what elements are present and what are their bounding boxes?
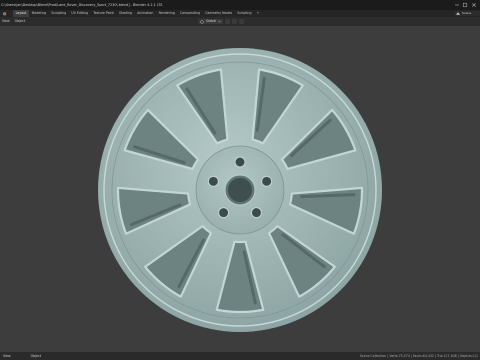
tab-geometry-nodes[interactable]: Geometry Nodes <box>203 10 235 17</box>
lug-hole <box>261 175 273 187</box>
lug-hole <box>218 207 230 219</box>
scene-selector[interactable]: Scene <box>454 11 480 16</box>
lug-hole <box>234 156 246 168</box>
menu-view[interactable]: View <box>2 17 10 26</box>
transform-controls: Global <box>198 19 245 24</box>
tab-scripting[interactable]: Scripting <box>235 10 254 17</box>
viewport-header: View Object Global <box>0 17 480 26</box>
chevron-down-icon <box>218 20 222 23</box>
tab-animation[interactable]: Animation <box>135 10 156 17</box>
tab-sculpting[interactable]: Sculpting <box>49 10 69 17</box>
tab-layout[interactable]: Layout <box>13 10 30 17</box>
menu-object[interactable]: Object <box>15 17 25 26</box>
status-stats: Scene Collection | Verts:75,574 | Faces:… <box>359 354 478 358</box>
lug-hole <box>250 207 262 219</box>
maximize-icon[interactable] <box>462 2 468 8</box>
status-view: View <box>3 354 11 358</box>
minimize-icon[interactable] <box>454 2 460 8</box>
tab-texture-paint[interactable]: Texture Paint <box>91 10 117 17</box>
workspace-bar: Layout Modeling Sculpting UV Editing Tex… <box>0 10 480 17</box>
workspace-tabs: Layout Modeling Sculpting UV Editing Tex… <box>0 10 262 17</box>
tab-rendering[interactable]: Rendering <box>156 10 177 17</box>
lug-hole <box>207 175 219 187</box>
scene-icon <box>456 12 460 15</box>
blender-logo-icon[interactable] <box>0 10 9 17</box>
pivot-point-icon[interactable] <box>225 19 231 24</box>
add-workspace-button[interactable]: + <box>254 10 262 17</box>
orientation-icon <box>200 19 204 24</box>
proportional-editing-icon[interactable] <box>239 19 245 24</box>
spoke-window-shadow <box>300 193 356 199</box>
transform-orientation-dropdown[interactable]: Global <box>198 19 224 24</box>
tab-compositing[interactable]: Compositing <box>177 10 202 17</box>
status-bar: View Object Scene Collection | Verts:75,… <box>0 352 480 360</box>
close-icon[interactable] <box>471 2 477 8</box>
header-menu: View Object <box>2 17 25 26</box>
tab-modeling[interactable]: Modeling <box>29 10 49 17</box>
tab-shading[interactable]: Shading <box>116 10 134 17</box>
transform-orientation-label: Global <box>206 19 217 23</box>
wheel-render <box>98 48 382 332</box>
window-titlebar: C:\Users\jan\Desktop\Blend\Prod\Land_Rov… <box>0 0 480 10</box>
3d-viewport[interactable] <box>0 26 480 352</box>
scene-label: Scene <box>462 11 472 15</box>
status-left: View Object <box>3 352 41 360</box>
tab-uv-editing[interactable]: UV Editing <box>69 10 91 17</box>
window-title: C:\Users\jan\Desktop\Blend\Prod\Land_Rov… <box>1 3 163 7</box>
status-object: Object <box>30 354 41 358</box>
magnet-icon[interactable] <box>232 19 238 24</box>
